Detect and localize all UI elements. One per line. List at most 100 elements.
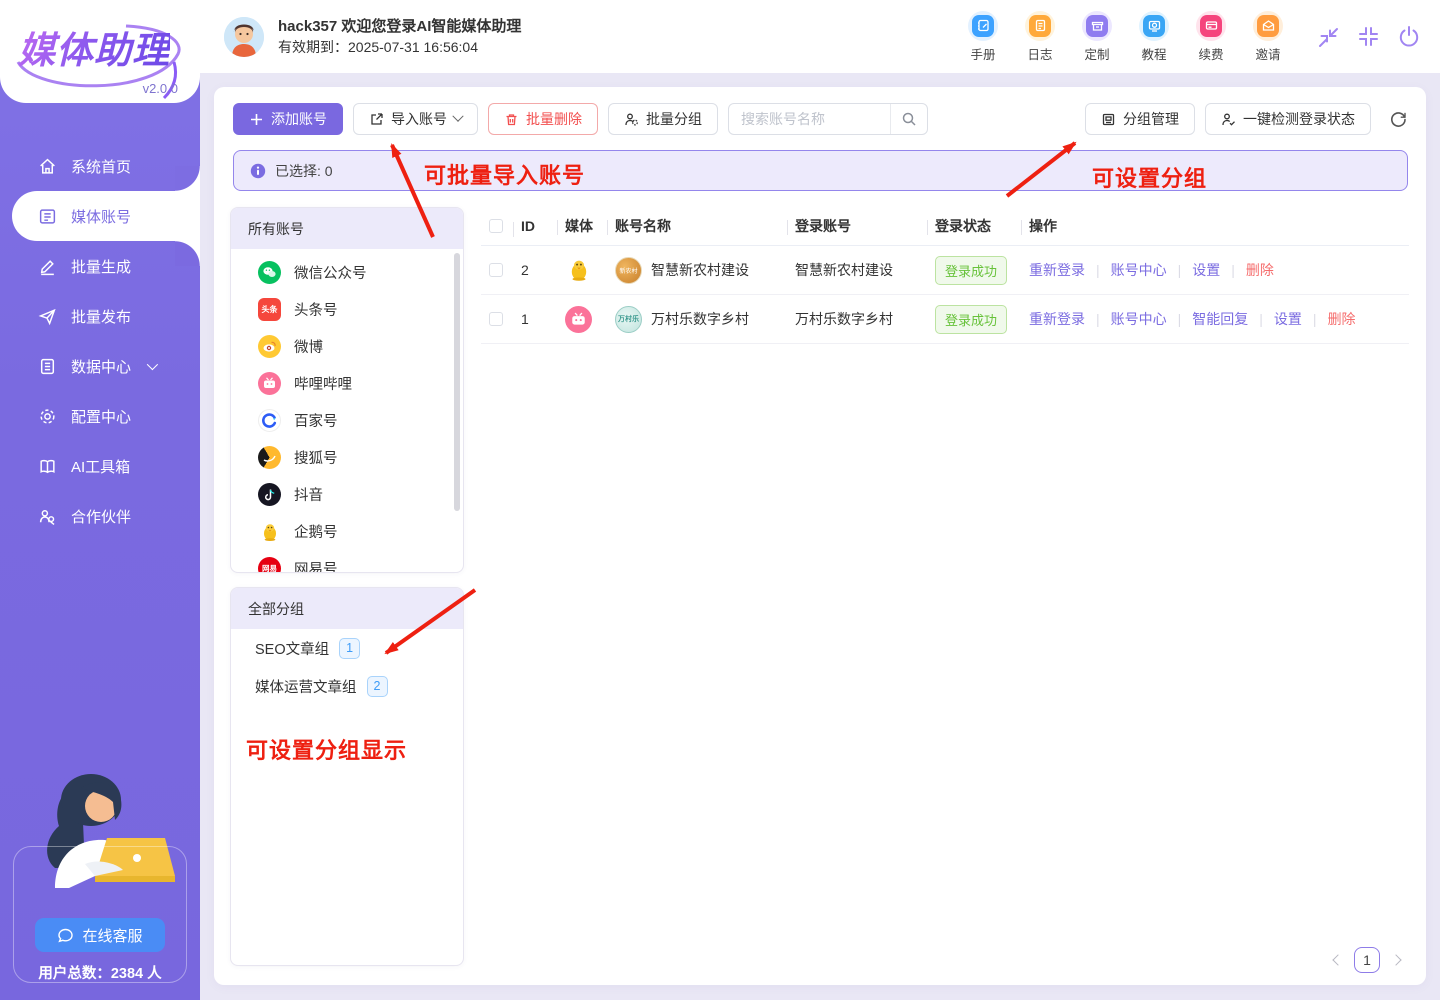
table-header-row: ID 媒体 账号名称 登录账号 登录状态 操作 [481,207,1409,246]
sidebar-item-media-accounts[interactable]: 媒体账号 [12,191,200,241]
gear-icon [38,407,57,426]
quicklink-label: 续费 [1198,44,1223,63]
platform-item-qie[interactable]: 企鹅号 [231,513,463,550]
quicklink-manual[interactable]: 手册 [961,11,1005,63]
book-icon [38,457,57,476]
quicklink-custom[interactable]: 定制 [1075,11,1119,63]
row-checkbox[interactable] [489,312,503,326]
prev-page-icon[interactable] [1332,954,1343,965]
sidebar-item-ai-toolbox[interactable]: AI工具箱 [0,441,200,491]
sidebar-item-label: 批量生成 [71,256,131,277]
relogin-link[interactable]: 重新登录 [1029,260,1085,280]
baijia-icon [258,409,281,432]
col-status: 登录状态 [935,216,1029,236]
search-icon[interactable] [890,104,927,134]
platform-item-douyin[interactable]: 抖音 [231,476,463,513]
page-number[interactable]: 1 [1354,947,1380,973]
sidebar-item-batch-publish[interactable]: 批量发布 [0,291,200,341]
add-account-label: 添加账号 [271,109,327,129]
renew-icon [1200,15,1222,37]
group-label: 媒体运营文章组 [255,676,357,697]
avatar[interactable] [224,17,264,57]
account-center-link[interactable]: 账号中心 [1111,309,1167,329]
login-account: 万村乐数字乡村 [795,309,935,329]
col-actions: 操作 [1029,216,1409,236]
account-avatar: 万村乐 [615,306,642,333]
cell-id: 1 [521,311,565,327]
quicklink-label: 日志 [1027,44,1052,63]
login-account: 智慧新农村建设 [795,260,935,280]
row-checkbox[interactable] [489,263,503,277]
platform-label: 企鹅号 [294,521,338,542]
platform-label: 哔哩哔哩 [294,373,352,394]
select-all-checkbox[interactable] [489,219,503,233]
platform-item-toutiao[interactable]: 头条 头条号 [231,291,463,328]
check-login-button[interactable]: 一键检测登录状态 [1205,103,1371,135]
platform-label: 微信公众号 [294,262,367,283]
wechat-icon [258,261,281,284]
toolbar: 添加账号 导入账号 批量删除 批量分组 [233,103,1408,135]
next-page-icon[interactable] [1390,954,1401,965]
platform-item-wangyi[interactable]: 网易 网易号 [231,550,463,573]
batch-delete-button[interactable]: 批量删除 [488,103,598,135]
sohu-icon [258,446,281,469]
group-item-media-ops[interactable]: 媒体运营文章组 2 [231,667,463,705]
accounts-panel: 所有账号 微信公众号 头条 头条号 微博 [230,207,464,573]
sidebar-item-label: 数据中心 [71,356,131,377]
sidebar-item-data-center[interactable]: 数据中心 [0,341,200,391]
window-controls [1316,24,1422,50]
logo-card: 媒体助理 v2.0.0 [0,0,200,103]
sidebar-item-batch-generate[interactable]: 批量生成 [0,241,200,291]
quicklink-renew[interactable]: 续费 [1189,11,1233,63]
quick-links: 手册 日志 定制 教程 续费 [961,11,1290,63]
sidebar: 媒体助理 v2.0.0 系统首页 媒体账号 批量生成 批量发布 数据中心 配置中… [0,0,200,1000]
platform-item-bilibili[interactable]: 哔哩哔哩 [231,365,463,402]
welcome-text: hack357 欢迎您登录AI智能媒体助理 [278,16,521,37]
platform-item-wechat[interactable]: 微信公众号 [231,254,463,291]
selected-count: 已选择: 0 [275,161,333,181]
account-name: 智慧新农村建设 [651,260,749,280]
account-center-link[interactable]: 账号中心 [1111,260,1167,280]
wangyi-icon: 网易 [258,557,281,573]
batch-group-button[interactable]: 批量分组 [608,103,718,135]
compress-icon[interactable] [1356,24,1381,49]
accounts-panel-title: 所有账号 [231,208,463,249]
collapse-icon[interactable] [1316,24,1341,49]
divider: | [1096,311,1100,327]
search-input[interactable] [729,111,890,127]
group-item-seo[interactable]: SEO文章组 1 [231,629,463,667]
settings-link[interactable]: 设置 [1274,309,1302,329]
delete-link[interactable]: 删除 [1328,309,1356,329]
scrollbar[interactable] [454,253,460,511]
plus-icon [249,112,264,127]
quicklink-invite[interactable]: 邀请 [1246,11,1290,63]
import-account-button[interactable]: 导入账号 [353,103,478,135]
sidebar-item-config-center[interactable]: 配置中心 [0,391,200,441]
delete-link[interactable]: 删除 [1246,260,1274,280]
platform-label: 抖音 [294,484,323,505]
header: hack357 欢迎您登录AI智能媒体助理 有效期到：2025-07-31 16… [200,0,1440,73]
check-login-label: 一键检测登录状态 [1243,109,1355,129]
online-support-button[interactable]: 在线客服 [35,918,165,952]
status-badge: 登录成功 [935,256,1007,285]
pagination: 1 [1334,947,1400,973]
refresh-icon[interactable] [1389,110,1408,129]
batch-delete-label: 批量删除 [526,109,582,129]
quicklink-log[interactable]: 日志 [1018,11,1062,63]
power-icon[interactable] [1396,24,1422,50]
platform-item-baijia[interactable]: 百家号 [231,402,463,439]
divider: | [1096,262,1100,278]
quicklink-tutorial[interactable]: 教程 [1132,11,1176,63]
relogin-link[interactable]: 重新登录 [1029,309,1085,329]
add-account-button[interactable]: 添加账号 [233,103,343,135]
sidebar-item-partners[interactable]: 合作伙伴 [0,491,200,541]
sidebar-item-label: 系统首页 [71,156,131,177]
platform-item-sohu[interactable]: 搜狐号 [231,439,463,476]
platform-item-weibo[interactable]: 微博 [231,328,463,365]
avatar-face [224,17,264,57]
group-manage-button[interactable]: 分组管理 [1085,103,1195,135]
smart-reply-link[interactable]: 智能回复 [1192,309,1248,329]
settings-link[interactable]: 设置 [1192,260,1220,280]
sidebar-item-home[interactable]: 系统首页 [0,141,200,191]
sidebar-item-label: 批量发布 [71,306,131,327]
